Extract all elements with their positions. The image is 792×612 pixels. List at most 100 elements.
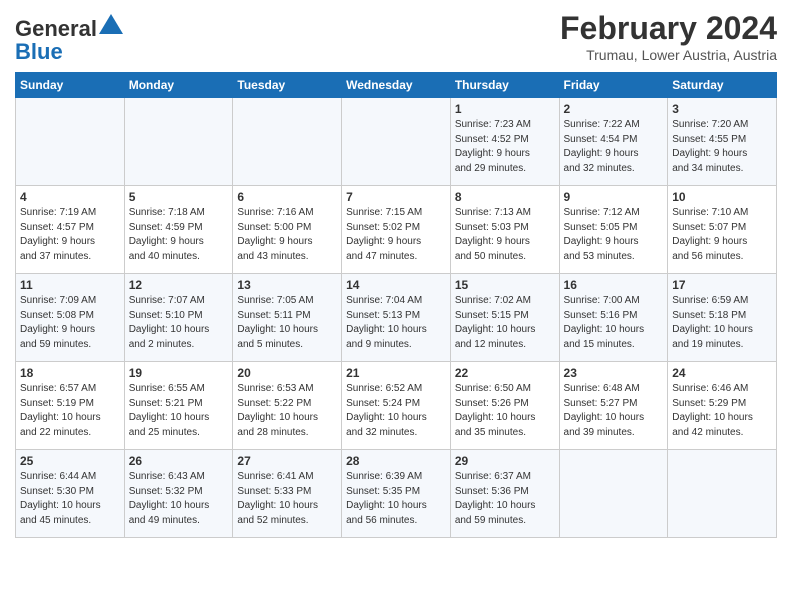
cell-info: Sunrise: 7:00 AM Sunset: 5:16 PM Dayligh… bbox=[564, 294, 664, 352]
day-number: 28 bbox=[346, 454, 446, 468]
calendar-cell: 8 Sunrise: 7:13 AM Sunset: 5:03 PM Daylig… bbox=[450, 186, 559, 274]
cell-info: Sunrise: 7:04 AM Sunset: 5:13 PM Dayligh… bbox=[346, 294, 446, 352]
calendar-cell: 21Sunrise: 6:52 AM Sunset: 5:24 PM Dayli… bbox=[342, 362, 451, 450]
day-number: 13 bbox=[237, 278, 337, 292]
cell-info: Sunrise: 7:23 AM Sunset: 4:52 PM Dayligh… bbox=[455, 118, 555, 176]
calendar-cell: 5Sunrise: 7:18 AM Sunset: 4:59 PM Daylig… bbox=[124, 186, 233, 274]
day-number: 29 bbox=[455, 454, 555, 468]
cell-info: Sunrise: 7:05 AM Sunset: 5:11 PM Dayligh… bbox=[237, 294, 337, 352]
day-number: 9 bbox=[564, 190, 664, 204]
main-title: February 2024 bbox=[560, 10, 777, 47]
cell-info: Sunrise: 6:57 AM Sunset: 5:19 PM Dayligh… bbox=[20, 382, 120, 440]
cell-info: Sunrise: 6:53 AM Sunset: 5:22 PM Dayligh… bbox=[237, 382, 337, 440]
calendar-cell: 7 Sunrise: 7:15 AM Sunset: 5:02 PM Daylig… bbox=[342, 186, 451, 274]
week-row-4: 18 Sunrise: 6:57 AM Sunset: 5:19 PM Dayli… bbox=[16, 362, 777, 450]
day-number: 6 bbox=[237, 190, 337, 204]
calendar-cell bbox=[16, 98, 125, 186]
day-number: 3 bbox=[672, 102, 772, 116]
logo-blue: Blue bbox=[15, 39, 63, 64]
day-number: 8 bbox=[455, 190, 555, 204]
calendar-cell: 14 Sunrise: 7:04 AM Sunset: 5:13 PM Dayli… bbox=[342, 274, 451, 362]
day-number: 2 bbox=[564, 102, 664, 116]
calendar-body: 1Sunrise: 7:23 AM Sunset: 4:52 PM Daylig… bbox=[16, 98, 777, 538]
calendar-cell: 3 Sunrise: 7:20 AM Sunset: 4:55 PM Daylig… bbox=[668, 98, 777, 186]
week-row-3: 11Sunrise: 7:09 AM Sunset: 5:08 PM Dayli… bbox=[16, 274, 777, 362]
cell-info: Sunrise: 7:16 AM Sunset: 5:00 PM Dayligh… bbox=[237, 206, 337, 264]
cell-info: Sunrise: 7:22 AM Sunset: 4:54 PM Dayligh… bbox=[564, 118, 664, 176]
day-number: 14 bbox=[346, 278, 446, 292]
day-number: 4 bbox=[20, 190, 120, 204]
day-number: 16 bbox=[564, 278, 664, 292]
header-wednesday: Wednesday bbox=[342, 73, 451, 98]
header-sunday: Sunday bbox=[16, 73, 125, 98]
calendar-cell: 26Sunrise: 6:43 AM Sunset: 5:32 PM Dayli… bbox=[124, 450, 233, 538]
day-number: 27 bbox=[237, 454, 337, 468]
calendar-cell: 27Sunrise: 6:41 AM Sunset: 5:33 PM Dayli… bbox=[233, 450, 342, 538]
cell-info: Sunrise: 6:37 AM Sunset: 5:36 PM Dayligh… bbox=[455, 470, 555, 528]
calendar-cell: 20Sunrise: 6:53 AM Sunset: 5:22 PM Dayli… bbox=[233, 362, 342, 450]
logo: General Blue bbox=[15, 16, 123, 64]
day-number: 5 bbox=[129, 190, 229, 204]
cell-info: Sunrise: 6:48 AM Sunset: 5:27 PM Dayligh… bbox=[564, 382, 664, 440]
day-number: 11 bbox=[20, 278, 120, 292]
cell-info: Sunrise: 7:19 AM Sunset: 4:57 PM Dayligh… bbox=[20, 206, 120, 264]
day-number: 15 bbox=[455, 278, 555, 292]
cell-info: Sunrise: 6:55 AM Sunset: 5:21 PM Dayligh… bbox=[129, 382, 229, 440]
week-row-2: 4 Sunrise: 7:19 AM Sunset: 4:57 PM Daylig… bbox=[16, 186, 777, 274]
cell-info: Sunrise: 7:02 AM Sunset: 5:15 PM Dayligh… bbox=[455, 294, 555, 352]
cell-info: Sunrise: 6:44 AM Sunset: 5:30 PM Dayligh… bbox=[20, 470, 120, 528]
calendar-cell: 4 Sunrise: 7:19 AM Sunset: 4:57 PM Daylig… bbox=[16, 186, 125, 274]
week-row-5: 25Sunrise: 6:44 AM Sunset: 5:30 PM Dayli… bbox=[16, 450, 777, 538]
calendar-cell: 9 Sunrise: 7:12 AM Sunset: 5:05 PM Daylig… bbox=[559, 186, 668, 274]
day-number: 26 bbox=[129, 454, 229, 468]
calendar-cell: 13 Sunrise: 7:05 AM Sunset: 5:11 PM Dayli… bbox=[233, 274, 342, 362]
cell-info: Sunrise: 6:59 AM Sunset: 5:18 PM Dayligh… bbox=[672, 294, 772, 352]
calendar-cell: 24 Sunrise: 6:46 AM Sunset: 5:29 PM Dayli… bbox=[668, 362, 777, 450]
calendar-cell: 11Sunrise: 7:09 AM Sunset: 5:08 PM Dayli… bbox=[16, 274, 125, 362]
header-saturday: Saturday bbox=[668, 73, 777, 98]
calendar-cell: 29 Sunrise: 6:37 AM Sunset: 5:36 PM Dayli… bbox=[450, 450, 559, 538]
cell-info: Sunrise: 7:10 AM Sunset: 5:07 PM Dayligh… bbox=[672, 206, 772, 264]
calendar-cell bbox=[342, 98, 451, 186]
header: General Blue February 2024 Trumau, Lower… bbox=[15, 10, 777, 64]
day-number: 10 bbox=[672, 190, 772, 204]
calendar-table: SundayMondayTuesdayWednesdayThursdayFrid… bbox=[15, 72, 777, 538]
day-number: 23 bbox=[564, 366, 664, 380]
calendar-cell: 1Sunrise: 7:23 AM Sunset: 4:52 PM Daylig… bbox=[450, 98, 559, 186]
calendar-cell: 16 Sunrise: 7:00 AM Sunset: 5:16 PM Dayli… bbox=[559, 274, 668, 362]
week-row-1: 1Sunrise: 7:23 AM Sunset: 4:52 PM Daylig… bbox=[16, 98, 777, 186]
day-number: 24 bbox=[672, 366, 772, 380]
calendar-cell: 17 Sunrise: 6:59 AM Sunset: 5:18 PM Dayli… bbox=[668, 274, 777, 362]
day-number: 22 bbox=[455, 366, 555, 380]
calendar-cell: 15 Sunrise: 7:02 AM Sunset: 5:15 PM Dayli… bbox=[450, 274, 559, 362]
cell-info: Sunrise: 7:15 AM Sunset: 5:02 PM Dayligh… bbox=[346, 206, 446, 264]
day-number: 21 bbox=[346, 366, 446, 380]
calendar-cell: 10 Sunrise: 7:10 AM Sunset: 5:07 PM Dayli… bbox=[668, 186, 777, 274]
logo-general: General bbox=[15, 16, 97, 41]
day-number: 7 bbox=[346, 190, 446, 204]
calendar-cell: 6 Sunrise: 7:16 AM Sunset: 5:00 PM Daylig… bbox=[233, 186, 342, 274]
cell-info: Sunrise: 7:13 AM Sunset: 5:03 PM Dayligh… bbox=[455, 206, 555, 264]
title-block: February 2024 Trumau, Lower Austria, Aus… bbox=[560, 10, 777, 63]
logo-icon bbox=[99, 14, 123, 34]
day-number: 19 bbox=[129, 366, 229, 380]
calendar-cell: 28Sunrise: 6:39 AM Sunset: 5:35 PM Dayli… bbox=[342, 450, 451, 538]
calendar-cell: 12 Sunrise: 7:07 AM Sunset: 5:10 PM Dayli… bbox=[124, 274, 233, 362]
calendar-cell: 25Sunrise: 6:44 AM Sunset: 5:30 PM Dayli… bbox=[16, 450, 125, 538]
cell-info: Sunrise: 7:07 AM Sunset: 5:10 PM Dayligh… bbox=[129, 294, 229, 352]
calendar-cell: 18 Sunrise: 6:57 AM Sunset: 5:19 PM Dayli… bbox=[16, 362, 125, 450]
day-number: 18 bbox=[20, 366, 120, 380]
day-number: 12 bbox=[129, 278, 229, 292]
calendar-cell bbox=[124, 98, 233, 186]
cell-info: Sunrise: 7:20 AM Sunset: 4:55 PM Dayligh… bbox=[672, 118, 772, 176]
calendar-cell: 23 Sunrise: 6:48 AM Sunset: 5:27 PM Dayli… bbox=[559, 362, 668, 450]
calendar-cell bbox=[668, 450, 777, 538]
cell-info: Sunrise: 6:50 AM Sunset: 5:26 PM Dayligh… bbox=[455, 382, 555, 440]
header-tuesday: Tuesday bbox=[233, 73, 342, 98]
cell-info: Sunrise: 6:46 AM Sunset: 5:29 PM Dayligh… bbox=[672, 382, 772, 440]
day-number: 17 bbox=[672, 278, 772, 292]
header-friday: Friday bbox=[559, 73, 668, 98]
calendar-header-row: SundayMondayTuesdayWednesdayThursdayFrid… bbox=[16, 73, 777, 98]
cell-info: Sunrise: 7:12 AM Sunset: 5:05 PM Dayligh… bbox=[564, 206, 664, 264]
calendar-cell: 19 Sunrise: 6:55 AM Sunset: 5:21 PM Dayli… bbox=[124, 362, 233, 450]
